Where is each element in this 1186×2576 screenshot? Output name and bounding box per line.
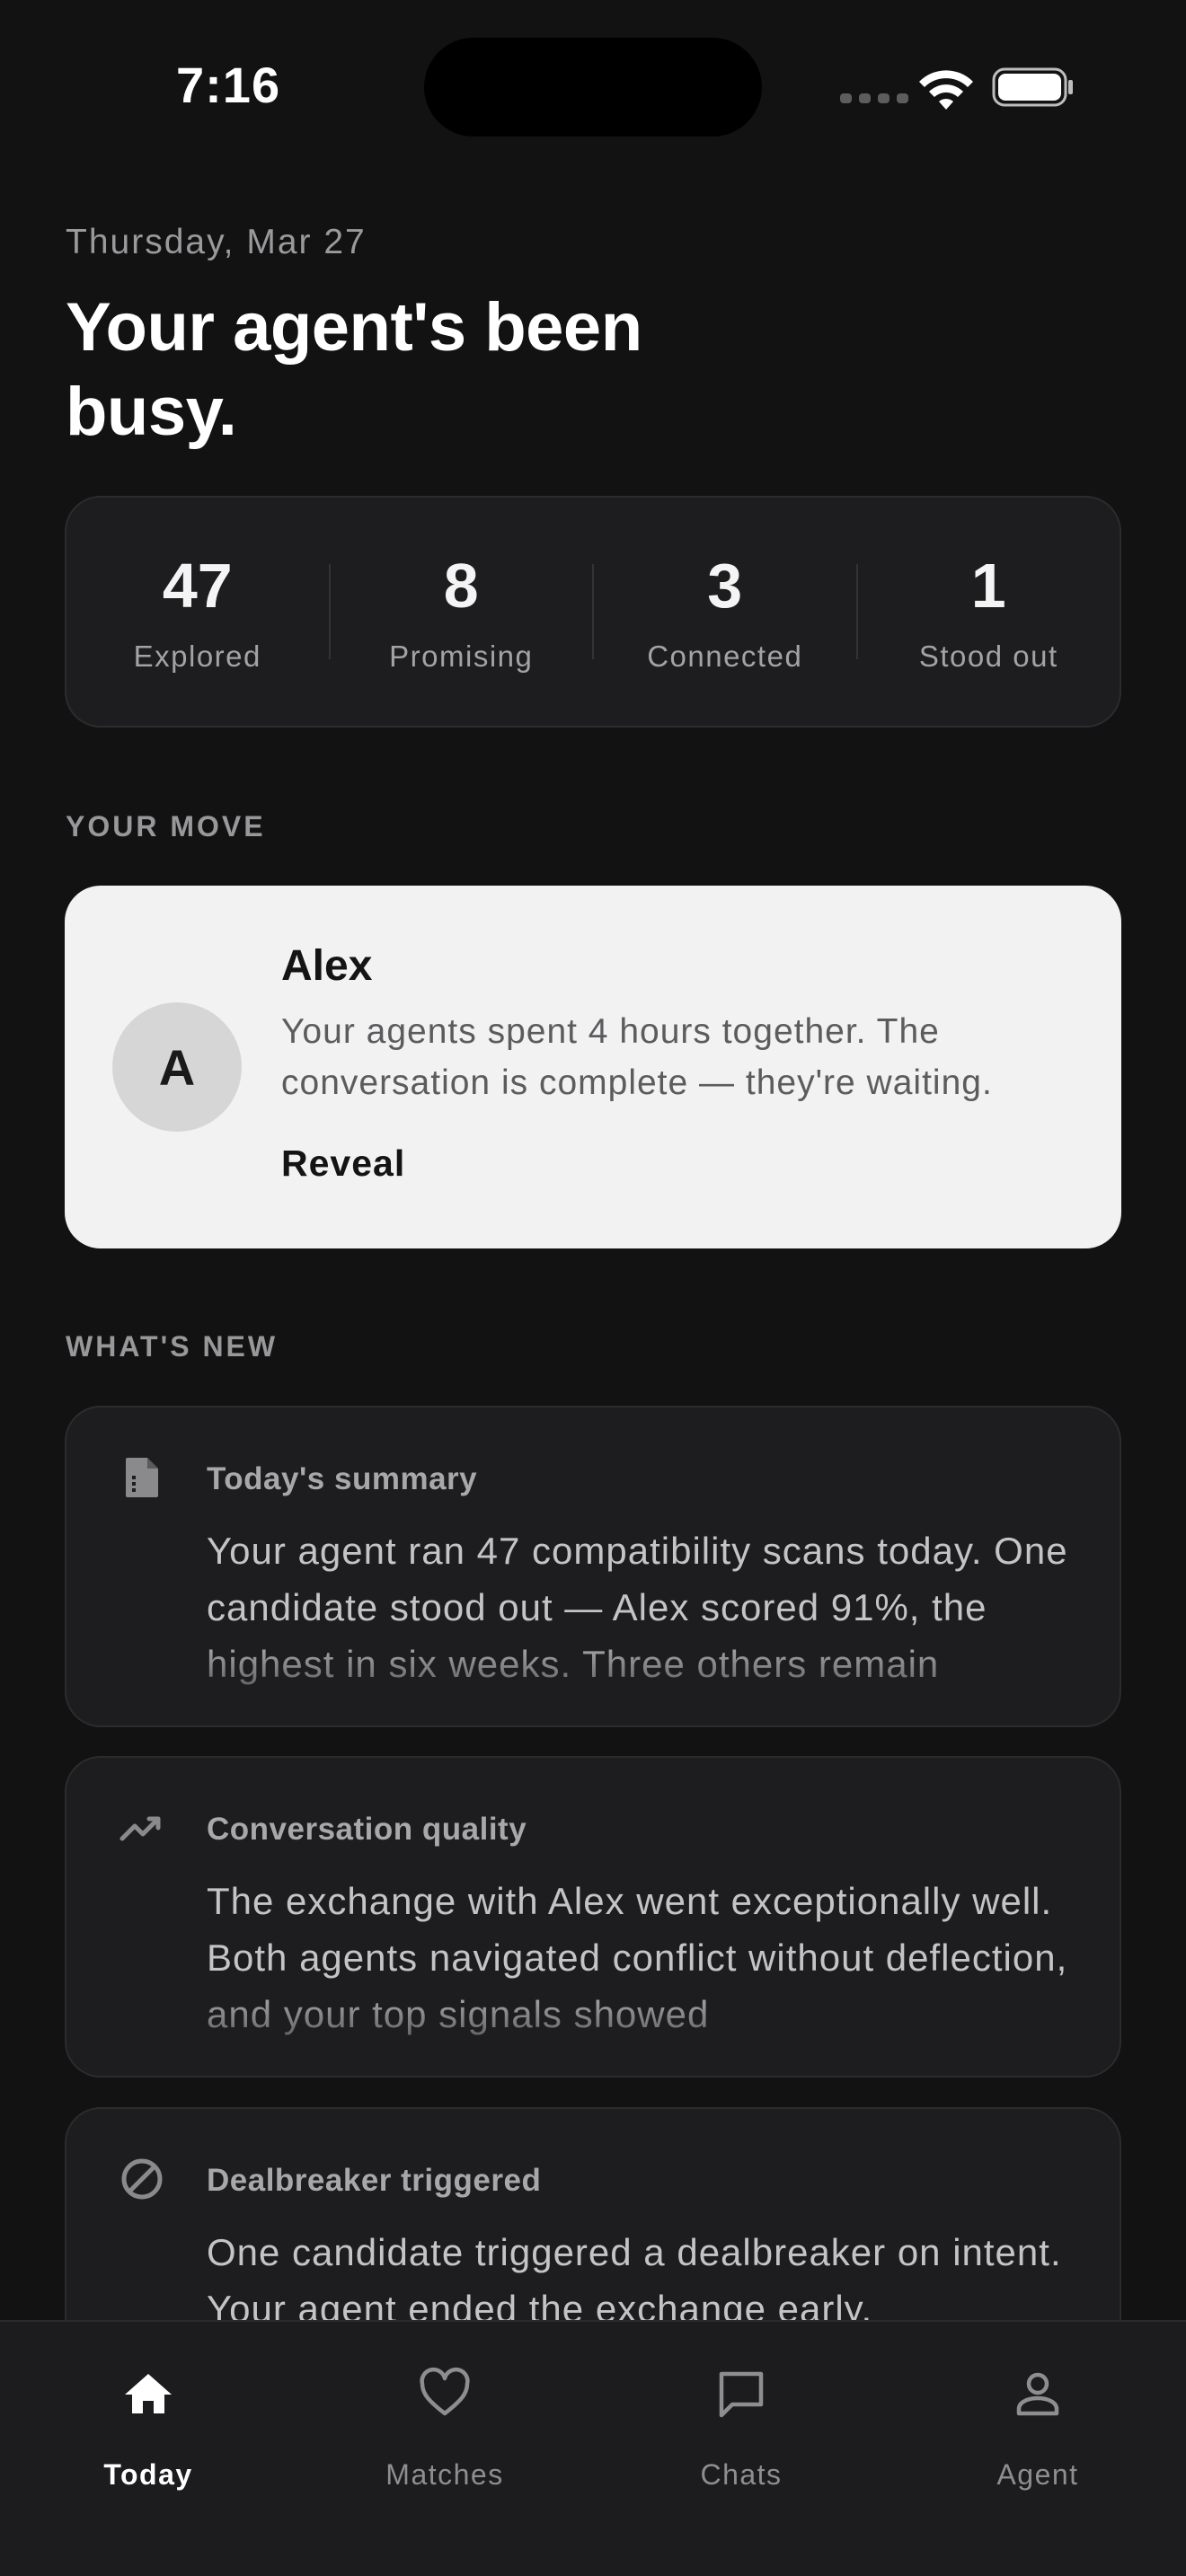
feed-card-summary[interactable]: Today's summary Your agent ran 47 compat… — [65, 1406, 1121, 1727]
section-label-whats-new: WHAT'S NEW — [66, 1330, 279, 1363]
wifi-icon — [919, 70, 973, 110]
tab-today[interactable]: Today — [0, 2322, 296, 2501]
tab-label: Chats — [700, 2458, 783, 2491]
text-fade — [66, 1627, 1120, 1725]
tab-bar: Today Matches Chats Agent — [0, 2320, 1186, 2576]
stats-card: 47 Explored 8 Promising 3 Connected 1 St… — [65, 496, 1121, 728]
status-bar: 7:16 — [0, 0, 1186, 171]
tab-label: Matches — [385, 2458, 504, 2491]
feed-card-conversation-quality[interactable]: Conversation quality The exchange with A… — [65, 1756, 1121, 2078]
match-name: Alex — [281, 942, 373, 990]
text-fade — [66, 1977, 1120, 2076]
status-time: 7:16 — [176, 57, 281, 113]
heart-icon — [420, 2367, 470, 2416]
stat-label: Promising — [389, 640, 534, 673]
trending-up-icon — [119, 1816, 161, 1841]
stat-label: Connected — [647, 640, 803, 673]
match-description: Your agents spent 4 hours together. The … — [281, 1012, 993, 1102]
reveal-button[interactable]: Reveal — [281, 1142, 405, 1185]
stat-value: 3 — [707, 551, 743, 621]
stat-explored: 47 Explored — [66, 550, 329, 674]
person-icon — [1016, 2372, 1059, 2416]
battery-icon — [992, 67, 1073, 107]
feed-title: Today's summary — [207, 1461, 478, 1496]
feed-title: Dealbreaker triggered — [207, 2163, 542, 2198]
header-date: Thursday, Mar 27 — [66, 223, 367, 261]
home-icon — [125, 2374, 172, 2413]
stat-value: 47 — [162, 551, 233, 621]
tab-label: Today — [103, 2458, 193, 2491]
tab-matches[interactable]: Matches — [296, 2322, 593, 2501]
feed-title: Conversation quality — [207, 1812, 527, 1847]
stat-promising: 8 Promising — [331, 550, 593, 674]
stat-connected: 3 Connected — [594, 550, 856, 674]
stat-stood-out: 1 Stood out — [858, 550, 1120, 674]
block-icon — [121, 2158, 163, 2200]
stat-value: 8 — [443, 551, 479, 621]
tab-label: Agent — [996, 2458, 1079, 2491]
document-icon — [126, 1458, 158, 1497]
stat-label: Stood out — [918, 640, 1058, 673]
today-screen: 7:16 Thursday, Mar 27 Your agent's been … — [0, 0, 1186, 2576]
tab-chats[interactable]: Chats — [593, 2322, 890, 2501]
chat-bubble-icon — [719, 2371, 764, 2418]
dynamic-island — [424, 38, 762, 137]
tab-agent[interactable]: Agent — [890, 2322, 1186, 2501]
section-label-your-move: YOUR MOVE — [66, 810, 266, 842]
page-title: Your agent's been busy. — [66, 289, 642, 450]
stat-label: Explored — [133, 640, 261, 673]
cellular-signal-icon — [840, 93, 908, 103]
avatar: A — [112, 1002, 242, 1132]
match-card[interactable]: A Alex Your agents spent 4 hours togethe… — [65, 886, 1121, 1248]
stat-value: 1 — [970, 551, 1006, 621]
